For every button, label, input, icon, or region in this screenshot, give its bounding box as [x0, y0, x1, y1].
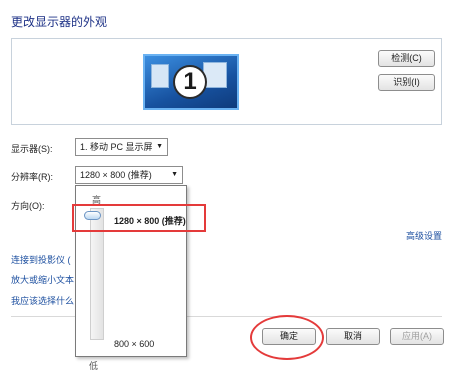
- resolution-select[interactable]: 1280 × 800 (推荐) ▼: [75, 166, 183, 184]
- low-label: 低: [89, 361, 99, 371]
- text-size-link[interactable]: 放大或缩小文本: [11, 273, 74, 286]
- chevron-down-icon: ▼: [156, 143, 163, 150]
- chevron-down-icon: ▼: [171, 171, 178, 178]
- page-title: 更改显示器的外观: [11, 15, 108, 29]
- display-select[interactable]: 1. 移动 PC 显示屏 ▼: [75, 138, 168, 156]
- display-select-value: 1. 移动 PC 显示屏: [80, 142, 153, 152]
- apply-button[interactable]: 应用(A): [390, 328, 444, 345]
- resolution-select-value: 1280 × 800 (推荐): [80, 170, 152, 180]
- advanced-settings-link[interactable]: 高级设置: [406, 229, 442, 242]
- resolution-label: 分辨率(R):: [11, 172, 53, 182]
- identify-button[interactable]: 识别(I): [378, 74, 435, 91]
- orientation-label: 方向(O):: [11, 201, 45, 211]
- resolution-option-bottom[interactable]: 800 × 600: [114, 339, 154, 349]
- highlight-ellipse: [250, 315, 324, 360]
- monitor-1-icon[interactable]: 1: [143, 54, 239, 110]
- highlight-rectangle: [72, 204, 206, 232]
- display-settings-help-link[interactable]: 我应该选择什么: [11, 294, 74, 307]
- detect-button[interactable]: 检测(C): [378, 50, 435, 67]
- cancel-button[interactable]: 取消: [326, 328, 380, 345]
- projector-link[interactable]: 连接到投影仪 (: [11, 253, 71, 266]
- window-thumbnail-icon: [151, 64, 169, 88]
- display-label: 显示器(S):: [11, 144, 53, 154]
- monitor-number-badge: 1: [173, 65, 207, 99]
